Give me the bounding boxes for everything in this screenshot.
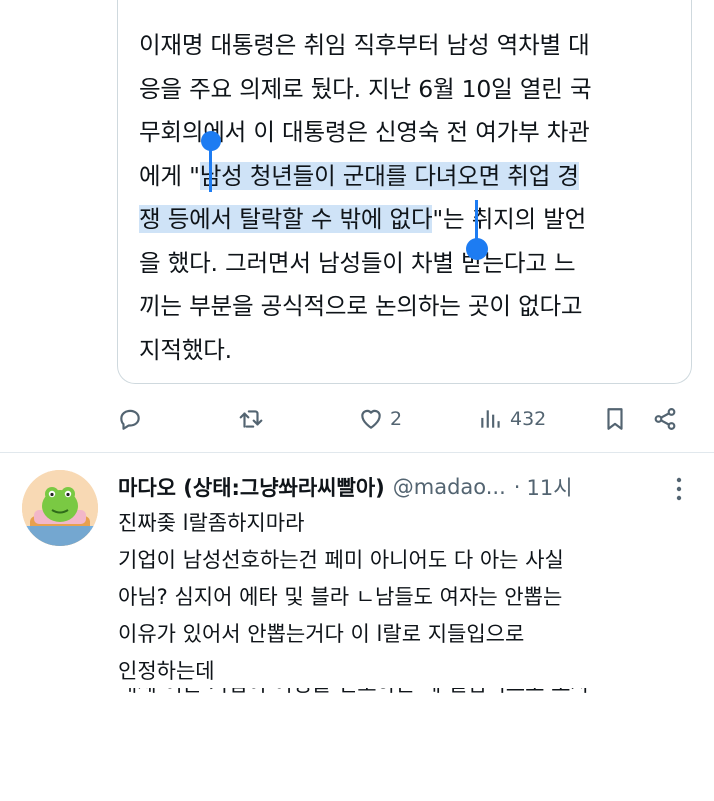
divider [0,452,714,453]
retweet-icon [239,410,263,428]
quote-text-unselected: 에게 " [139,161,200,190]
quote-line: 지적했다. [139,335,232,364]
quote-text-unselected: "는 취지의 발언 [432,205,587,233]
bookmark-icon [607,408,623,430]
reply-line: 진짜좆 l랄좀하지마라 [118,511,305,535]
reply-line: 이유가 있어서 안뽑는거다 이 l랄로 지들입으로 [118,622,525,646]
more-options-button[interactable] [674,474,684,504]
avatar[interactable] [22,470,98,546]
quote-line: 끼는 부분을 공식적으로 논의하는 곳이 없다고 [139,292,583,320]
views-count: 432 [510,408,547,430]
quote-line: 을 했다. 그러면서 남성들이 차별 받는다고 느 [139,248,576,277]
selection-end-caret [475,200,478,242]
reply-icon [120,409,140,430]
quote-line: 무회의에서 이 대통령은 신영숙 전 여가부 차관 [139,118,590,146]
views-icon [481,410,500,428]
reply-button[interactable] [117,402,143,436]
reply-text: 진짜좆 l랄좀하지마라 기업이 남성선호하는건 페미 아니어도 다 아는 사실 … [118,505,688,690]
bookmark-button[interactable] [602,402,628,436]
quote-line: 응을 주요 의제로 뒀다. 지난 6월 10일 열린 국 [139,74,592,103]
like-count: 2 [390,408,403,430]
post-time[interactable]: 11시 [526,472,572,502]
more-vertical-icon [676,477,682,501]
reply-line-cutoff: 대체 이는 기업이 여성을 선호하는 데 실험적으로 보자 [118,688,678,704]
reply-line: 기업이 남성선호하는건 페미 아니어도 다 아는 사실 [118,548,564,572]
quote-line: 이재명 대통령은 취임 직후부터 남성 역차별 대 [139,31,590,59]
display-name[interactable]: 마다오 (상태:그냥쏴라씨빨아) [118,472,385,502]
reply-line: 인정하는데 [118,659,215,683]
reply-line: 대체 이는 기업이 여성을 선호하는 데 실험적으로 보자 [118,688,678,703]
share-icon [654,408,676,430]
selection-start-handle[interactable] [201,131,221,151]
selection-end-handle[interactable] [466,238,488,260]
quoted-post-text: 이재명 대통령은 취임 직후부터 남성 역차별 대 응을 주요 의제로 뒀다. … [139,24,679,372]
user-handle[interactable]: @madao... [393,475,506,499]
post-action-bar: 2 432 [0,398,714,440]
separator-dot: · [513,475,521,499]
retweet-button[interactable] [238,402,264,436]
reply-line: 아님? 심지어 에타 및 블라 ㄴ남들도 여자는 안뽑는 [118,585,563,609]
reply-header: 마다오 (상태:그냥쏴라씨빨아) @madao... · 11시 [118,470,708,504]
views-button[interactable]: 432 [478,402,546,436]
heart-icon [361,409,381,429]
share-button[interactable] [652,402,678,436]
selection-start-caret [209,150,212,192]
selected-text[interactable]: 쟁 등에서 탈락할 수 밖에 없다 [139,205,433,233]
frog-avatar-icon [22,470,98,546]
selected-text[interactable]: 남성 청년들이 군대를 다녀오면 취업 경 [199,161,579,190]
quote-line: 에게 "남성 청년들이 군대를 다녀오면 취업 경 [139,155,679,199]
quote-line: 쟁 등에서 탈락할 수 밖에 없다"는 취지의 발언 [139,198,679,242]
like-button[interactable]: 2 [358,402,402,436]
